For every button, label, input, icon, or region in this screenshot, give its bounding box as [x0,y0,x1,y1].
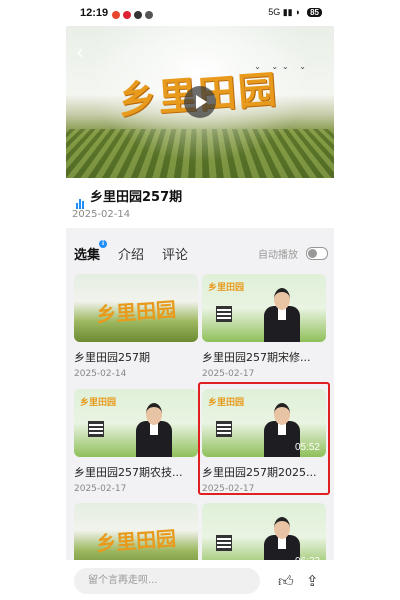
tab-episodes[interactable]: 选集 i [74,240,108,263]
status-bar: 12:19 5G ▮▮ ◗ 85 [66,0,334,26]
presenter-image [262,288,302,342]
bottom-bar: 留个言再走呗... 👍︎ ⇪ [66,560,334,600]
episode-card[interactable]: 乡里田园 乡里田园257期农技... 2025-02-17 [74,389,198,494]
thumbnail-logo: 乡里田园 [208,283,245,293]
app-notification-icon [134,11,142,19]
tab-intro[interactable]: 介绍 [118,244,144,263]
wifi-icon: ◗ [295,7,301,17]
qr-code [216,306,232,322]
qr-code [216,535,232,551]
autoplay-label: 自动播放 [258,250,298,261]
system-indicators: 5G ▮▮ ◗ 85 [268,7,322,18]
thumbnail-logo: 乡里田园 [95,526,177,556]
selection-highlight [198,382,330,495]
app-notification-icon [112,11,120,19]
share-icon[interactable]: ⇪ [306,572,319,590]
network-label: 5G [268,7,281,17]
episode-card[interactable]: 乡里田园 乡里田园257期 2025-02-14 [74,274,198,379]
episode-thumbnail: 乡里田园 [202,274,326,342]
battery-icon: 85 [307,8,322,17]
episode-date: 2025-02-14 [74,369,127,379]
tab-episodes-label: 选集 [74,248,101,263]
video-player[interactable]: ⌄ ⌄⌄ ⌄ 乡里田园 ‹ [66,26,334,178]
back-arrow-icon[interactable]: ‹ [76,40,84,64]
episode-date: 2025-02-17 [202,369,255,379]
notification-icons [112,9,156,22]
thumbnail-logo: 乡里田园 [80,398,117,408]
playing-bars-icon [76,190,85,209]
phone-screen: 12:19 5G ▮▮ ◗ 85 ⌄ ⌄⌄ ⌄ 乡里田园 ‹ 乡里田园257期 … [66,0,334,600]
qr-code [88,421,104,437]
comment-input[interactable]: 留个言再走呗... [74,568,260,594]
episode-thumbnail: 乡里田园 [74,389,198,457]
episode-card[interactable]: 乡里田园 乡里田园257期宋修... 2025-02-17 [202,274,326,379]
tab-bar: 选集 i 介绍 评论 自动播放 [66,236,334,266]
video-title: 乡里田园257期 [90,190,183,205]
episode-thumbnail: 乡里田园 [74,274,198,342]
thumbs-up-icon[interactable]: 👍︎ [278,572,294,591]
app-notification-icon [123,11,131,19]
play-icon[interactable] [184,86,216,118]
video-info: 乡里田园257期 2025-02-14 [66,178,334,228]
episode-title: 乡里田园257期 [74,351,150,364]
presenter-image [134,403,174,457]
app-notification-icon [145,11,153,19]
tab-badge: i [99,240,108,248]
episode-date: 2025-02-17 [74,484,127,494]
status-time: 12:19 [80,7,109,19]
episode-title: 乡里田园257期农技... [74,466,183,479]
tab-comments[interactable]: 评论 [162,244,188,263]
autoplay-toggle[interactable] [306,247,328,260]
signal-icon: ▮▮ [282,7,293,17]
episode-title: 乡里田园257期宋修... [202,351,311,364]
thumbnail-logo: 乡里田园 [95,297,177,327]
video-date: 2025-02-14 [72,209,131,220]
